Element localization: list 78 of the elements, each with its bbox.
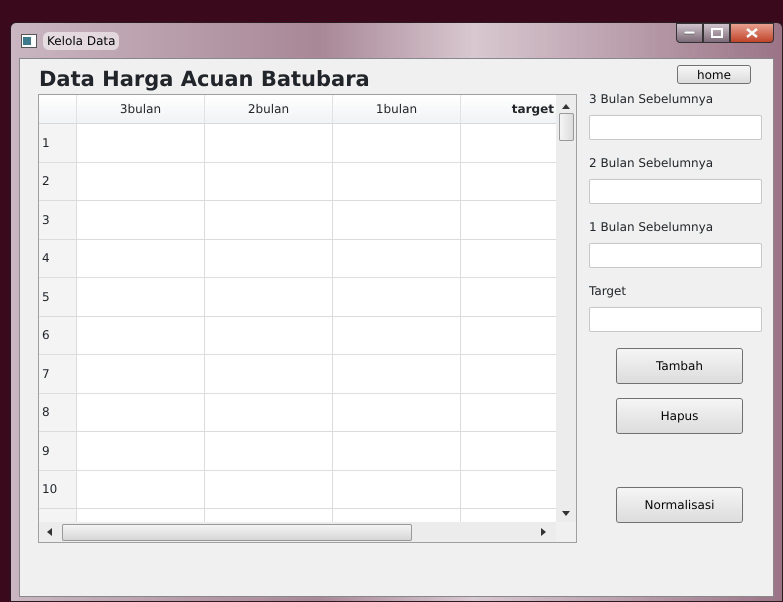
table-cell[interactable] — [461, 162, 556, 201]
field-label: 1 Bulan Sebelumnya — [589, 220, 714, 234]
table-cell[interactable] — [333, 355, 461, 394]
table-cell[interactable] — [77, 201, 205, 240]
table-cell[interactable] — [333, 124, 461, 162]
field-label: 2 Bulan Sebelumnya — [589, 156, 714, 170]
column-header[interactable]: 1bulan — [333, 95, 461, 124]
table-cell[interactable] — [205, 162, 333, 201]
close-button[interactable] — [730, 23, 774, 43]
row-header[interactable]: 9 — [39, 432, 77, 470]
table-cell[interactable] — [205, 470, 333, 509]
maximize-icon — [710, 28, 722, 38]
row-header[interactable]: 10 — [39, 470, 77, 509]
input-field[interactable] — [589, 243, 762, 268]
row-header[interactable]: 2 — [39, 162, 77, 201]
table-cell[interactable] — [77, 432, 205, 470]
action-button[interactable]: Normalisasi — [616, 487, 743, 523]
scrollbar-thumb[interactable] — [62, 524, 412, 540]
table-cell[interactable] — [77, 355, 205, 394]
row-header[interactable]: 4 — [39, 240, 77, 278]
table-cell[interactable] — [205, 432, 333, 470]
table-cell[interactable] — [461, 470, 556, 509]
input-field[interactable] — [589, 115, 762, 140]
table-cell[interactable] — [205, 278, 333, 316]
row-header[interactable]: 3 — [39, 201, 77, 240]
input-field[interactable] — [589, 179, 762, 204]
scroll-left-icon[interactable] — [47, 528, 52, 536]
table-cell[interactable] — [77, 470, 205, 509]
action-button[interactable]: Tambah — [616, 348, 743, 384]
home-button[interactable]: home — [677, 65, 751, 84]
table-cell[interactable] — [205, 355, 333, 394]
scroll-right-icon[interactable] — [541, 528, 546, 536]
row-header[interactable]: 7 — [39, 355, 77, 394]
table-cell[interactable] — [461, 394, 556, 432]
field-label: Target — [589, 284, 628, 298]
table-cell[interactable] — [333, 162, 461, 201]
horizontal-scrollbar[interactable] — [39, 522, 556, 542]
row-header[interactable]: 8 — [39, 394, 77, 432]
table-cell[interactable] — [333, 470, 461, 509]
table-cell[interactable] — [77, 278, 205, 316]
table-cell[interactable] — [205, 316, 333, 355]
table-cell[interactable] — [333, 394, 461, 432]
table-cell[interactable] — [205, 201, 333, 240]
window-icon — [21, 34, 37, 48]
maximize-button[interactable] — [703, 23, 730, 43]
input-field[interactable] — [589, 307, 762, 332]
vertical-scrollbar[interactable] — [556, 95, 576, 522]
corner-header — [39, 95, 77, 124]
table-cell[interactable] — [333, 316, 461, 355]
minimize-button[interactable] — [676, 23, 703, 43]
column-header[interactable]: 3bulan — [77, 95, 205, 124]
table-cell[interactable] — [333, 432, 461, 470]
table-cell[interactable] — [77, 162, 205, 201]
scrollbar-thumb[interactable] — [558, 113, 574, 141]
window-title: Kelola Data — [43, 32, 120, 50]
table-cell[interactable] — [461, 240, 556, 278]
table-cell[interactable] — [461, 316, 556, 355]
table-cell[interactable] — [333, 240, 461, 278]
action-button[interactable]: Hapus — [616, 398, 743, 434]
scroll-down-icon[interactable] — [562, 511, 570, 516]
minimize-icon — [684, 31, 695, 35]
table-cell[interactable] — [77, 394, 205, 432]
table-cell[interactable] — [77, 240, 205, 278]
row-header[interactable]: 1 — [39, 124, 77, 162]
row-header[interactable]: 6 — [39, 316, 77, 355]
row-header[interactable]: 5 — [39, 278, 77, 316]
table-cell[interactable] — [333, 201, 461, 240]
column-header[interactable]: 2bulan — [205, 95, 333, 124]
page-heading: Data Harga Acuan Batubara — [39, 66, 371, 92]
table-cell[interactable] — [205, 124, 333, 162]
table-cell[interactable] — [205, 394, 333, 432]
close-icon — [746, 28, 758, 38]
table-cell[interactable] — [205, 240, 333, 278]
table-cell[interactable] — [77, 124, 205, 162]
table-cell[interactable] — [77, 316, 205, 355]
table-cell[interactable] — [333, 278, 461, 316]
field-label: 3 Bulan Sebelumnya — [589, 92, 714, 106]
scroll-up-icon[interactable] — [562, 104, 570, 109]
